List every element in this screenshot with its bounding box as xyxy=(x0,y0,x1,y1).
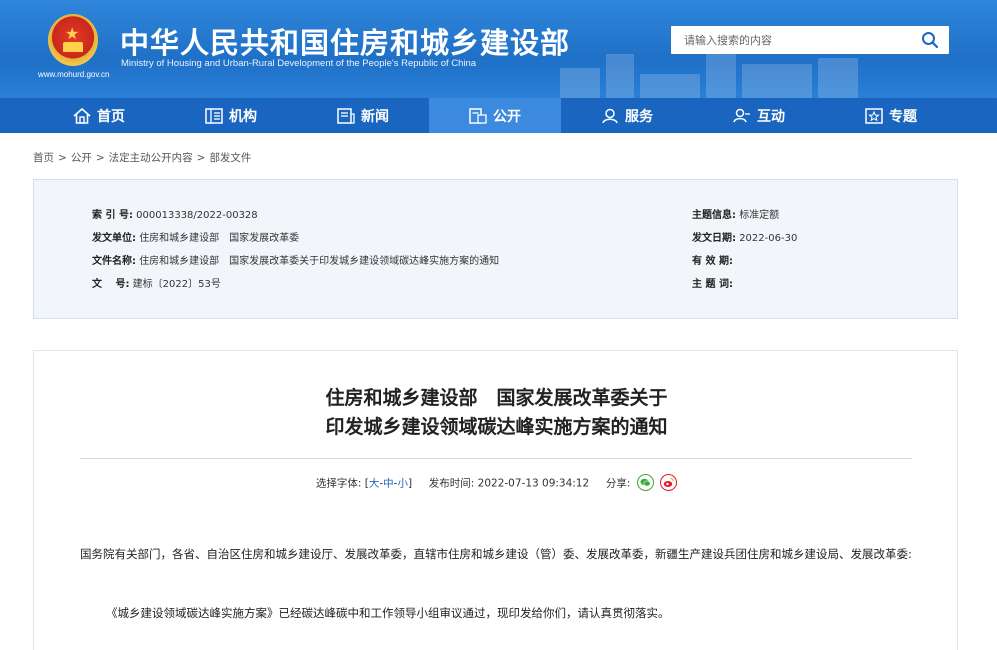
topic-icon xyxy=(865,107,883,124)
breadcrumb-disclosure[interactable]: 公开 xyxy=(71,152,92,164)
site-title-english: Ministry of Housing and Urban-Rural Deve… xyxy=(121,58,477,69)
info-name: 文件名称: 住房和城乡建设部 国家发展改革委关于印发城乡建设领域碳达峰实施方案的… xyxy=(92,256,500,267)
breadcrumb-documents[interactable]: 部发文件 xyxy=(209,152,251,164)
news-icon xyxy=(337,107,355,124)
national-emblem-icon[interactable]: ★ xyxy=(48,14,98,66)
font-size-large-link[interactable]: 大 xyxy=(369,478,380,490)
weibo-share-icon[interactable] xyxy=(660,474,678,491)
nav-item-label: 新闻 xyxy=(361,108,389,125)
info-unit: 发文单位: 住房和城乡建设部 国家发展改革委 xyxy=(92,233,300,244)
nav-item-label: 专题 xyxy=(889,108,917,125)
disclosure-icon xyxy=(469,107,487,124)
info-valid: 有 效 期: xyxy=(692,256,733,267)
search-input[interactable] xyxy=(671,26,911,54)
breadcrumb-home[interactable]: 首页 xyxy=(33,152,54,164)
info-topic: 主题信息: 标准定额 xyxy=(692,210,780,221)
main-nav: 首页 机构 新闻 公开 服务 互动 专题 xyxy=(0,98,997,133)
article-title-line2: 印发城乡建设领域碳达峰实施方案的通知 xyxy=(325,416,668,438)
nav-item-label: 互动 xyxy=(757,108,785,125)
nav-item-label: 服务 xyxy=(625,108,653,125)
building-icon xyxy=(205,107,223,124)
breadcrumb-statutory[interactable]: 法定主动公开内容 xyxy=(109,152,193,164)
interaction-icon xyxy=(733,108,750,122)
article: 住房和城乡建设部 国家发展改革委关于 印发城乡建设领域碳达峰实施方案的通知 选择… xyxy=(33,350,958,650)
site-header: ★ www.mohurd.gov.cn 中华人民共和国住房和城乡建设部 Mini… xyxy=(0,0,997,98)
wechat-share-icon[interactable] xyxy=(636,474,654,491)
nav-item-disclosure[interactable]: 公开 xyxy=(429,98,561,133)
nav-item-interaction[interactable]: 互动 xyxy=(693,98,825,133)
search-box xyxy=(671,26,949,54)
service-icon xyxy=(602,108,618,123)
info-keywords: 主 题 词: xyxy=(692,279,733,290)
info-docno: 文 号: 建标〔2022〕53号 xyxy=(92,279,221,290)
publish-time-label: 发布时间: xyxy=(428,477,475,490)
publish-time: 2022-07-13 09:34:12 xyxy=(477,477,590,490)
nav-item-service[interactable]: 服务 xyxy=(561,98,693,133)
article-title-line1: 住房和城乡建设部 国家发展改革委关于 xyxy=(325,387,668,409)
font-size-medium-link[interactable]: 中 xyxy=(383,478,394,490)
font-size-small-link[interactable]: 小 xyxy=(397,478,408,490)
article-paragraph-1: 国务院有关部门，各省、自治区住房和城乡建设厅、发展改革委，直辖市住房和城乡建设（… xyxy=(80,547,912,561)
home-icon xyxy=(73,107,91,124)
share-label: 分享: xyxy=(605,477,631,490)
nav-item-topic[interactable]: 专题 xyxy=(825,98,957,133)
article-meta: 选择字体: [大-中-小] 发布时间: 2022-07-13 09:34:12 … xyxy=(34,474,959,492)
info-index: 索 引 号: 000013338/2022-00328 xyxy=(92,210,258,221)
info-date: 发文日期: 2022-06-30 xyxy=(692,233,798,244)
nav-item-label: 机构 xyxy=(229,108,257,125)
title-divider xyxy=(80,458,912,459)
search-icon[interactable] xyxy=(921,31,939,49)
article-paragraph-2: 《城乡建设领域碳达峰实施方案》已经碳达峰碳中和工作领导小组审议通过，现印发给你们… xyxy=(106,606,670,620)
nav-item-label: 首页 xyxy=(97,108,125,125)
nav-item-organization[interactable]: 机构 xyxy=(165,98,297,133)
font-size-label: 选择字体: xyxy=(315,477,362,490)
document-info-box: 索 引 号: 000013338/2022-00328 发文单位: 住房和城乡建… xyxy=(33,179,958,319)
site-title[interactable]: 中华人民共和国住房和城乡建设部 xyxy=(120,20,570,62)
breadcrumb: 首页 > 公开 > 法定主动公开内容 > 部发文件 xyxy=(33,152,252,164)
nav-item-home[interactable]: 首页 xyxy=(33,98,165,133)
site-url: www.mohurd.gov.cn xyxy=(38,70,110,79)
nav-item-news[interactable]: 新闻 xyxy=(297,98,429,133)
nav-item-label: 公开 xyxy=(493,108,521,125)
